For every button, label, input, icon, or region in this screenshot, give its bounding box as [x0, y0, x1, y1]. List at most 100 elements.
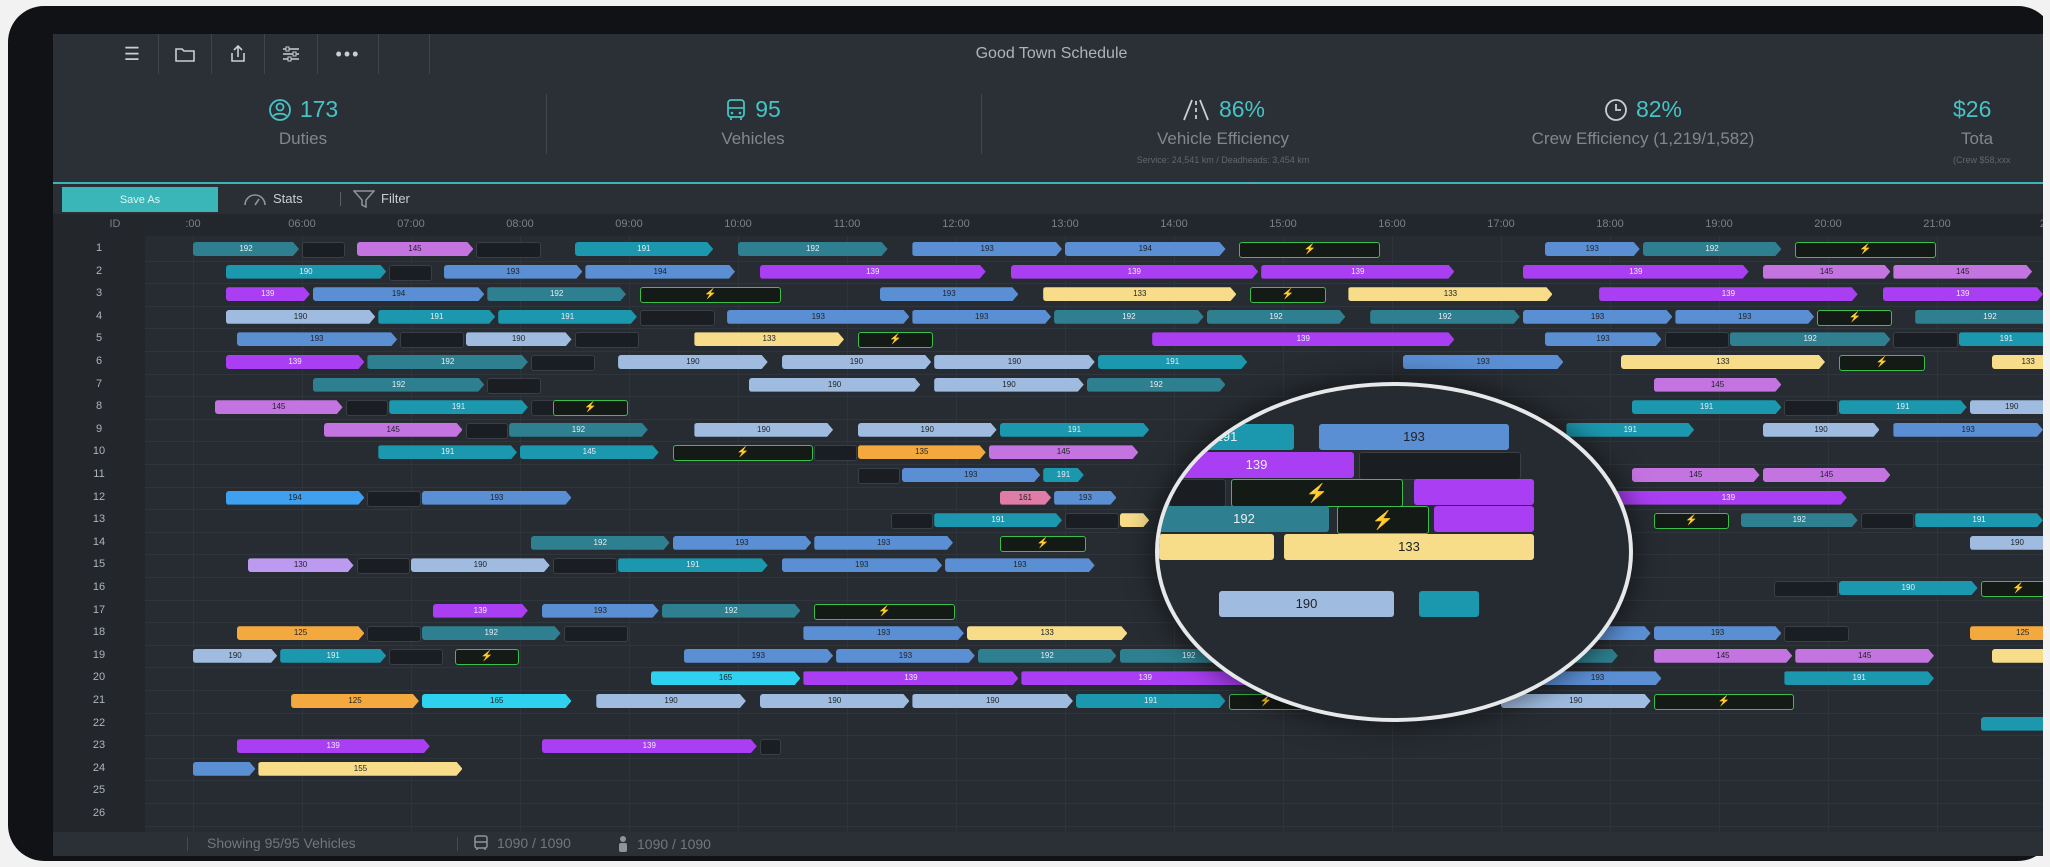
trip-block[interactable]: 192 — [487, 287, 626, 301]
trip-block[interactable]: 165 — [422, 694, 572, 708]
charging-block[interactable]: ⚡ — [1817, 309, 1893, 326]
charging-block[interactable]: ⚡ — [1795, 242, 1936, 258]
trip-block[interactable]: 190 — [1839, 581, 1978, 595]
trip-block[interactable]: 125 — [1970, 626, 2050, 640]
trip-block[interactable]: 139 — [1011, 265, 1259, 279]
trip-block[interactable]: 193 — [444, 265, 583, 279]
trip-block[interactable]: 194 — [585, 265, 735, 279]
trip-block[interactable] — [389, 264, 432, 281]
trip-block[interactable]: 190 — [858, 423, 997, 437]
trip-block[interactable]: 193 — [880, 287, 1019, 301]
trip-block[interactable] — [345, 400, 389, 417]
trip-block[interactable]: 190 — [618, 355, 768, 369]
trip-block[interactable] — [1992, 649, 2050, 663]
trip-block[interactable]: 193 — [803, 626, 964, 640]
trip-block[interactable]: 192 — [738, 242, 888, 256]
trip-block[interactable]: 191 — [1000, 423, 1150, 437]
trip-block[interactable]: 191 — [1915, 513, 2043, 527]
trip-block[interactable]: 190 — [1970, 400, 2050, 414]
charging-block[interactable]: ⚡ — [1653, 694, 1795, 710]
trip-block[interactable]: 191 — [575, 242, 714, 256]
trip-block[interactable] — [367, 490, 421, 507]
trip-block[interactable]: 193 — [1893, 423, 2043, 437]
trip-block[interactable]: 145 — [989, 445, 1139, 459]
trip-block[interactable]: 192 — [1730, 332, 1891, 346]
trip-block[interactable]: 155 — [258, 762, 462, 776]
trip-block[interactable]: 191 — [934, 513, 1062, 527]
trip-block[interactable]: 145 — [215, 400, 343, 414]
trip-block[interactable]: 145 — [1632, 468, 1760, 482]
trip-block[interactable]: 191 — [1784, 671, 1934, 685]
trip-block[interactable]: 130 — [248, 558, 354, 572]
trip-block[interactable]: 139 — [1599, 287, 1858, 301]
trip-block[interactable]: 193 — [782, 558, 943, 572]
trip-block[interactable]: 190 — [1763, 423, 1880, 437]
trip-block[interactable]: 133 — [1992, 355, 2050, 369]
trip-block[interactable]: 192 — [1207, 310, 1346, 324]
trip-block[interactable]: 145 — [1893, 265, 2032, 279]
trip-block[interactable]: 133 — [967, 626, 1128, 640]
trip-block[interactable]: 192 — [1643, 242, 1782, 256]
trip-block[interactable]: 139 — [237, 739, 430, 753]
trip-block[interactable]: 125 — [237, 626, 365, 640]
trip-block[interactable]: 191 — [1076, 694, 1226, 708]
trip-block[interactable]: 193 — [673, 536, 812, 550]
trip-block[interactable] — [302, 242, 345, 258]
trip-block[interactable]: 191 — [389, 400, 528, 414]
charging-block[interactable]: ⚡ — [1980, 581, 2050, 597]
trip-block[interactable] — [574, 332, 639, 349]
trip-block[interactable]: 194 — [313, 287, 484, 301]
trip-block[interactable]: 191 — [378, 445, 517, 459]
trip-block[interactable]: 139 — [1610, 491, 1847, 505]
trip-block[interactable] — [890, 513, 934, 530]
trip-block[interactable]: 190 — [749, 378, 920, 392]
trip-block[interactable]: 192 — [367, 355, 528, 369]
trip-block[interactable]: 145 — [520, 445, 659, 459]
trip-block[interactable]: 139 — [433, 604, 528, 618]
charging-block[interactable]: ⚡ — [857, 332, 934, 349]
trip-block[interactable]: 193 — [1654, 626, 1782, 640]
trip-block[interactable]: 193 — [237, 332, 398, 346]
trip-block[interactable]: 191 — [1043, 468, 1084, 482]
trip-block[interactable]: 139 — [1261, 265, 1454, 279]
trip-block[interactable] — [530, 355, 596, 371]
trip-block[interactable] — [1773, 581, 1838, 597]
trip-block[interactable]: 194 — [1065, 242, 1226, 256]
charging-block[interactable]: ⚡ — [1653, 513, 1729, 530]
trip-block[interactable]: 139 — [803, 671, 1018, 685]
charging-block[interactable]: ⚡ — [999, 535, 1086, 552]
trip-block[interactable] — [552, 558, 618, 575]
trip-block[interactable]: 145 — [1795, 649, 1934, 663]
trip-block[interactable] — [759, 739, 781, 756]
trip-block[interactable]: 190 — [782, 355, 932, 369]
trip-block[interactable]: 139 — [760, 265, 986, 279]
trip-block[interactable]: 193 — [1403, 355, 1564, 369]
trip-block[interactable]: 192 — [422, 626, 561, 640]
trip-block[interactable] — [1065, 513, 1119, 530]
trip-block[interactable]: 193 — [1523, 310, 1673, 324]
trip-block[interactable]: 165 — [651, 671, 801, 685]
trip-block[interactable]: 193 — [727, 310, 909, 324]
trip-block[interactable]: 190 — [694, 423, 833, 437]
charging-block[interactable]: ⚡ — [552, 400, 628, 417]
trip-block[interactable] — [1784, 400, 1838, 417]
save-as-button[interactable]: Save As — [62, 187, 218, 212]
trip-block[interactable]: 192 — [1915, 310, 2050, 324]
trip-block[interactable]: 139 — [1152, 332, 1454, 346]
trip-block[interactable]: 190 — [226, 310, 376, 324]
trip-block[interactable]: 145 — [1654, 649, 1793, 663]
trip-block[interactable]: 190 — [760, 694, 910, 708]
trip-block[interactable] — [1893, 332, 1958, 349]
trip-block[interactable]: 192 — [509, 423, 648, 437]
trip-block[interactable] — [639, 309, 716, 326]
trip-block[interactable] — [476, 242, 541, 258]
trip-block[interactable]: 190 — [411, 558, 550, 572]
trip-block[interactable]: 191 — [1632, 400, 1782, 414]
trip-block[interactable]: 191 — [1098, 355, 1248, 369]
trip-block[interactable] — [1981, 717, 2050, 731]
trip-block[interactable] — [465, 422, 509, 439]
trip-block[interactable] — [814, 445, 857, 462]
stats-button[interactable]: Stats — [243, 184, 303, 214]
trip-block[interactable]: 139 — [226, 355, 365, 369]
trip-block[interactable]: 145 — [1654, 378, 1782, 392]
